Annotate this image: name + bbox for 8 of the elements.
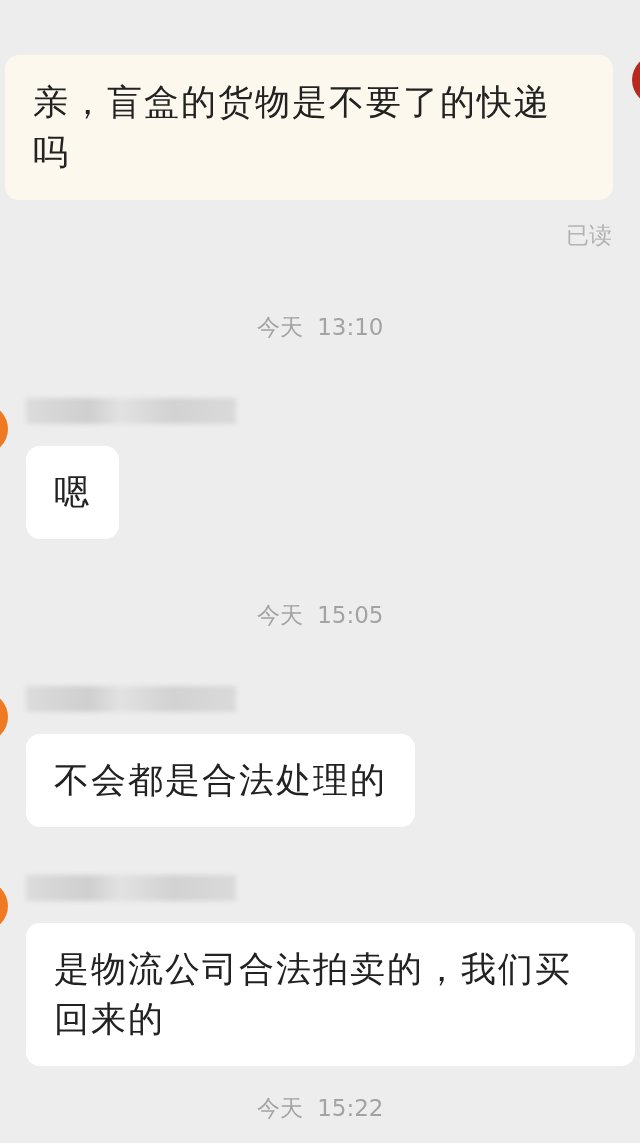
- message-bubble: 是物流公司合法拍卖的，我们买回来的: [26, 923, 635, 1066]
- read-status: 已读: [566, 221, 612, 250]
- message-bubble: 亲，盲盒的货物是不要了的快递吗: [5, 55, 613, 200]
- timestamp: 今天 15:05: [256, 601, 384, 629]
- message-bubble: 不会都是合法处理的: [26, 734, 415, 827]
- timestamp: 今天 15:22: [256, 1094, 384, 1122]
- message-bubble: 嗯: [26, 446, 119, 539]
- timestamp: 今天 13:10: [256, 313, 384, 341]
